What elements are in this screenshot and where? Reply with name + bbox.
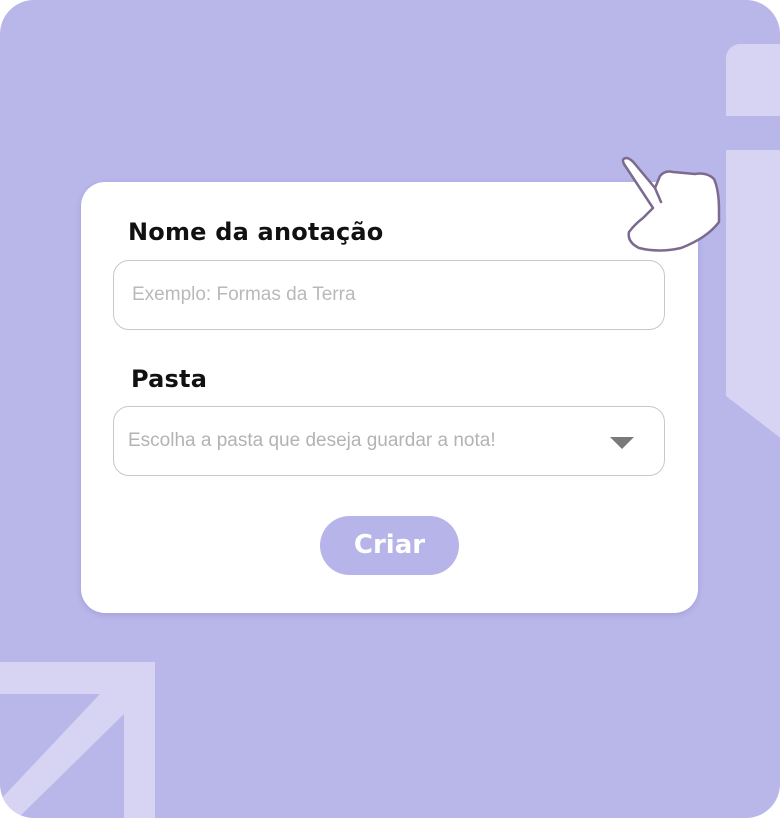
decorative-shape bbox=[726, 150, 780, 438]
chevron-down-icon[interactable] bbox=[610, 437, 634, 449]
app-background: Nome da anotação Pasta Escolha a pasta q… bbox=[0, 0, 780, 818]
pointing-hand-icon bbox=[621, 156, 721, 252]
folder-label: Pasta bbox=[131, 365, 208, 393]
folder-select-placeholder: Escolha a pasta que deseja guardar a not… bbox=[128, 430, 496, 451]
note-name-input[interactable] bbox=[114, 261, 664, 329]
note-name-label: Nome da anotação bbox=[128, 218, 384, 246]
create-note-card: Nome da anotação Pasta Escolha a pasta q… bbox=[81, 182, 698, 613]
note-name-field[interactable] bbox=[113, 260, 665, 330]
arrow-up-right-icon bbox=[0, 662, 155, 818]
folder-select[interactable]: Escolha a pasta que deseja guardar a not… bbox=[113, 406, 665, 476]
create-button[interactable]: Criar bbox=[320, 516, 459, 575]
decorative-shape bbox=[726, 44, 780, 116]
